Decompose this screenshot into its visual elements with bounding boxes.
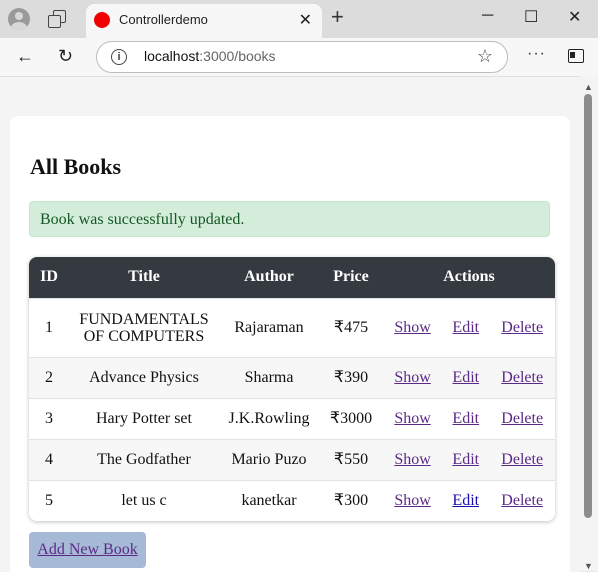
favicon-icon <box>94 12 110 28</box>
delete-link[interactable]: Delete <box>501 369 543 386</box>
delete-link[interactable]: Delete <box>501 492 543 509</box>
cell-title: Advance Physics <box>69 356 219 398</box>
cell-price: ₹475 <box>319 297 383 357</box>
browser-tab[interactable]: Controllerdemo ✕ <box>86 4 322 38</box>
cell-price: ₹300 <box>319 479 383 521</box>
cell-title: let us c <box>69 479 219 521</box>
header-actions: Actions <box>443 268 495 286</box>
add-new-book-link[interactable]: Add New Book <box>37 541 137 558</box>
cell-author: Mario Puzo <box>219 438 319 480</box>
cell-title: Hary Potter set <box>69 397 219 439</box>
new-tab-button[interactable]: + <box>331 6 344 28</box>
maximize-icon[interactable]: ☐ <box>524 7 538 27</box>
edit-link[interactable]: Edit <box>452 319 479 336</box>
cell-title: The Godfather <box>69 438 219 480</box>
table-row: 3 Hary Potter set J.K.Rowling ₹3000 Show… <box>29 397 555 439</box>
table-row: 4 The Godfather Mario Puzo ₹550 Show Edi… <box>29 438 555 480</box>
table-header-row: ID Title Author Price Actions <box>29 257 555 298</box>
edit-link[interactable]: Edit <box>452 369 479 386</box>
cell-author: J.K.Rowling <box>219 397 319 439</box>
browser-toolbar: ← ↻ i localhost:3000/books ☆ ··· <box>0 38 598 76</box>
minimize-icon[interactable]: ─ <box>482 7 493 25</box>
url-text[interactable]: localhost:3000/books <box>144 48 276 64</box>
delete-link[interactable]: Delete <box>501 451 543 468</box>
header-id: ID <box>40 268 58 286</box>
favorite-star-icon[interactable]: ☆ <box>477 46 493 67</box>
tab-close-icon[interactable]: ✕ <box>299 10 312 30</box>
cell-title: FUNDAMENTALS OF COMPUTERS <box>69 297 219 357</box>
table-row: 2 Advance Physics Sharma ₹390 Show Edit … <box>29 356 555 398</box>
header-price: Price <box>333 268 369 286</box>
profile-icon[interactable] <box>8 8 30 30</box>
cell-id: 5 <box>29 479 69 521</box>
cell-id: 2 <box>29 356 69 398</box>
url-path: :3000/books <box>199 48 276 64</box>
info-icon[interactable]: i <box>111 49 127 65</box>
show-link[interactable]: Show <box>394 369 430 386</box>
page-title: All Books <box>30 154 122 179</box>
content-card: All Books Book was successfully updated.… <box>10 116 570 572</box>
show-link[interactable]: Show <box>394 410 430 427</box>
page-scrollbar[interactable]: ▲ ▼ <box>580 76 598 571</box>
delete-link[interactable]: Delete <box>501 319 543 336</box>
cell-id: 3 <box>29 397 69 439</box>
edit-link[interactable]: Edit <box>452 451 479 468</box>
scroll-thumb[interactable] <box>584 94 592 518</box>
books-table: ID Title Author Price Actions 1 FUNDAMEN… <box>29 257 555 521</box>
flash-notice: Book was successfully updated. <box>29 201 550 237</box>
table-row: 1 FUNDAMENTALS OF COMPUTERS Rajaraman ₹4… <box>29 297 555 357</box>
cell-price: ₹390 <box>319 356 383 398</box>
cell-author: Sharma <box>219 356 319 398</box>
url-host: localhost <box>144 48 200 64</box>
tab-bar: Controllerdemo ✕ + ─ ☐ ✕ <box>0 0 598 38</box>
more-icon[interactable]: ··· <box>527 45 546 63</box>
table-row: 5 let us c kanetkar ₹300 Show Edit Delet… <box>29 479 555 521</box>
tab-title: Controllerdemo <box>119 12 208 27</box>
workspaces-icon[interactable] <box>48 10 68 28</box>
header-author: Author <box>244 268 294 286</box>
split-screen-icon[interactable] <box>568 49 584 63</box>
cell-id: 4 <box>29 438 69 480</box>
cell-author: kanetkar <box>219 479 319 521</box>
cell-author: Rajaraman <box>219 297 319 357</box>
address-bar[interactable]: i localhost:3000/books ☆ <box>96 41 508 73</box>
delete-link[interactable]: Delete <box>501 410 543 427</box>
show-link[interactable]: Show <box>394 451 430 468</box>
cell-price: ₹550 <box>319 438 383 480</box>
back-icon[interactable]: ← <box>16 46 34 67</box>
show-link[interactable]: Show <box>394 492 430 509</box>
edit-link[interactable]: Edit <box>452 410 479 427</box>
add-new-book-button[interactable]: Add New Book <box>29 532 146 568</box>
scroll-up-icon[interactable]: ▲ <box>584 82 593 92</box>
cell-id: 1 <box>29 297 69 357</box>
page-viewport: All Books Book was successfully updated.… <box>0 76 580 572</box>
header-title: Title <box>128 268 160 286</box>
close-icon[interactable]: ✕ <box>568 7 581 27</box>
edit-link[interactable]: Edit <box>452 492 479 509</box>
cell-price: ₹3000 <box>319 397 383 439</box>
refresh-icon[interactable]: ↻ <box>58 46 73 67</box>
scroll-down-icon[interactable]: ▼ <box>584 561 593 571</box>
show-link[interactable]: Show <box>394 319 430 336</box>
